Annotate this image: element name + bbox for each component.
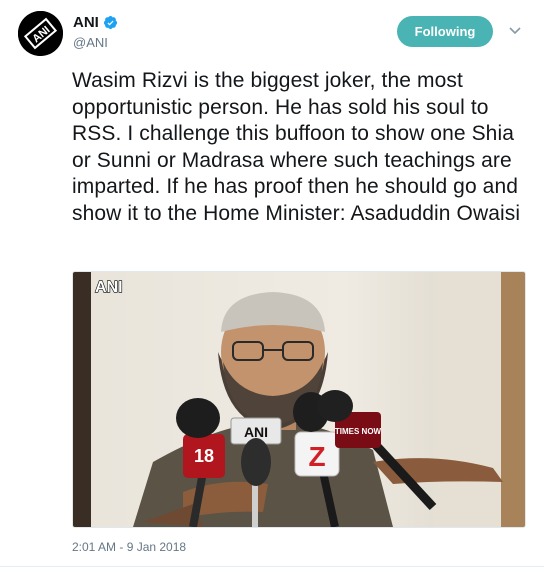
chevron-down-icon[interactable] (508, 26, 522, 36)
user-handle[interactable]: @ANI (73, 35, 108, 50)
mic-label-times-now: TIMES NOW (335, 427, 382, 436)
following-button[interactable]: Following (397, 16, 493, 47)
ani-logo-icon: ANI (18, 11, 63, 56)
verified-badge-icon (103, 15, 118, 30)
mic-label-ani: ANI (244, 424, 268, 440)
mic-label-18: 18 (194, 446, 214, 466)
tweet-media-image[interactable]: ANI 18 ANI Z TIMES NOW (72, 271, 526, 528)
tweet-timestamp[interactable]: 2:01 AM - 9 Jan 2018 (72, 540, 186, 554)
tweet-card: ANI ANI @ANI Following Wasim Rizvi is th… (0, 0, 544, 569)
divider (0, 566, 544, 567)
tweet-text: Wasim Rizvi is the biggest joker, the mo… (72, 69, 521, 225)
avatar[interactable]: ANI (18, 11, 63, 56)
display-name[interactable]: ANI (73, 14, 99, 31)
mic-label-zee: Z (308, 441, 325, 472)
name-row: ANI (73, 14, 118, 31)
media-watermark: ANI (95, 279, 123, 296)
